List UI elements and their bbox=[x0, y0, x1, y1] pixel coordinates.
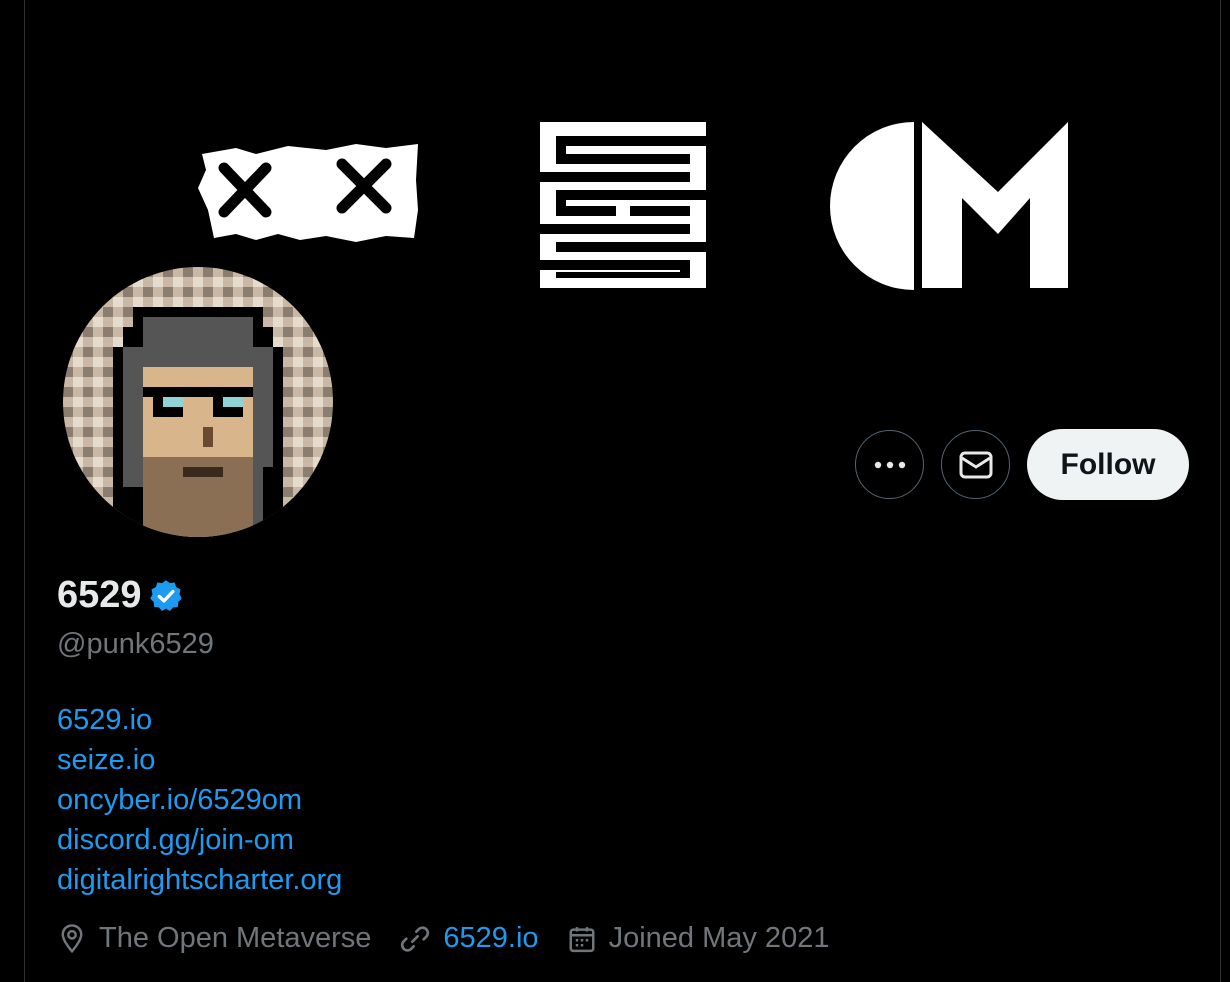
bio-link[interactable]: discord.gg/join-om bbox=[57, 820, 342, 860]
more-button[interactable] bbox=[855, 430, 924, 499]
message-button[interactable] bbox=[941, 430, 1010, 499]
verified-badge-icon bbox=[149, 579, 182, 611]
profile-avatar[interactable] bbox=[63, 267, 333, 537]
om-logo bbox=[830, 122, 1068, 290]
bio-link[interactable]: digitalrightscharter.org bbox=[57, 860, 342, 900]
bio-link[interactable]: 6529.io bbox=[57, 700, 342, 740]
follow-button[interactable]: Follow bbox=[1027, 429, 1189, 500]
bio-links: 6529.io seize.io oncyber.io/6529om disco… bbox=[57, 700, 342, 900]
bio-link[interactable]: seize.io bbox=[57, 740, 342, 780]
maze-logo bbox=[540, 122, 706, 288]
envelope-icon bbox=[959, 451, 992, 478]
joined-date: Joined May 2021 bbox=[608, 922, 830, 954]
location-text: The Open Metaverse bbox=[99, 922, 372, 954]
profile-meta: The Open Metaverse 6529.io Joined May 20… bbox=[57, 922, 857, 955]
link-icon bbox=[401, 925, 430, 952]
profile-name: 6529 bbox=[57, 574, 142, 616]
location-pin-icon bbox=[61, 923, 83, 953]
more-horizontal-icon bbox=[874, 461, 905, 468]
xx-logo bbox=[198, 144, 418, 242]
profile-handle: @punk6529 bbox=[57, 628, 214, 660]
bio-link[interactable]: oncyber.io/6529om bbox=[57, 780, 342, 820]
calendar-icon bbox=[569, 926, 595, 952]
website-link[interactable]: 6529.io bbox=[443, 922, 538, 955]
